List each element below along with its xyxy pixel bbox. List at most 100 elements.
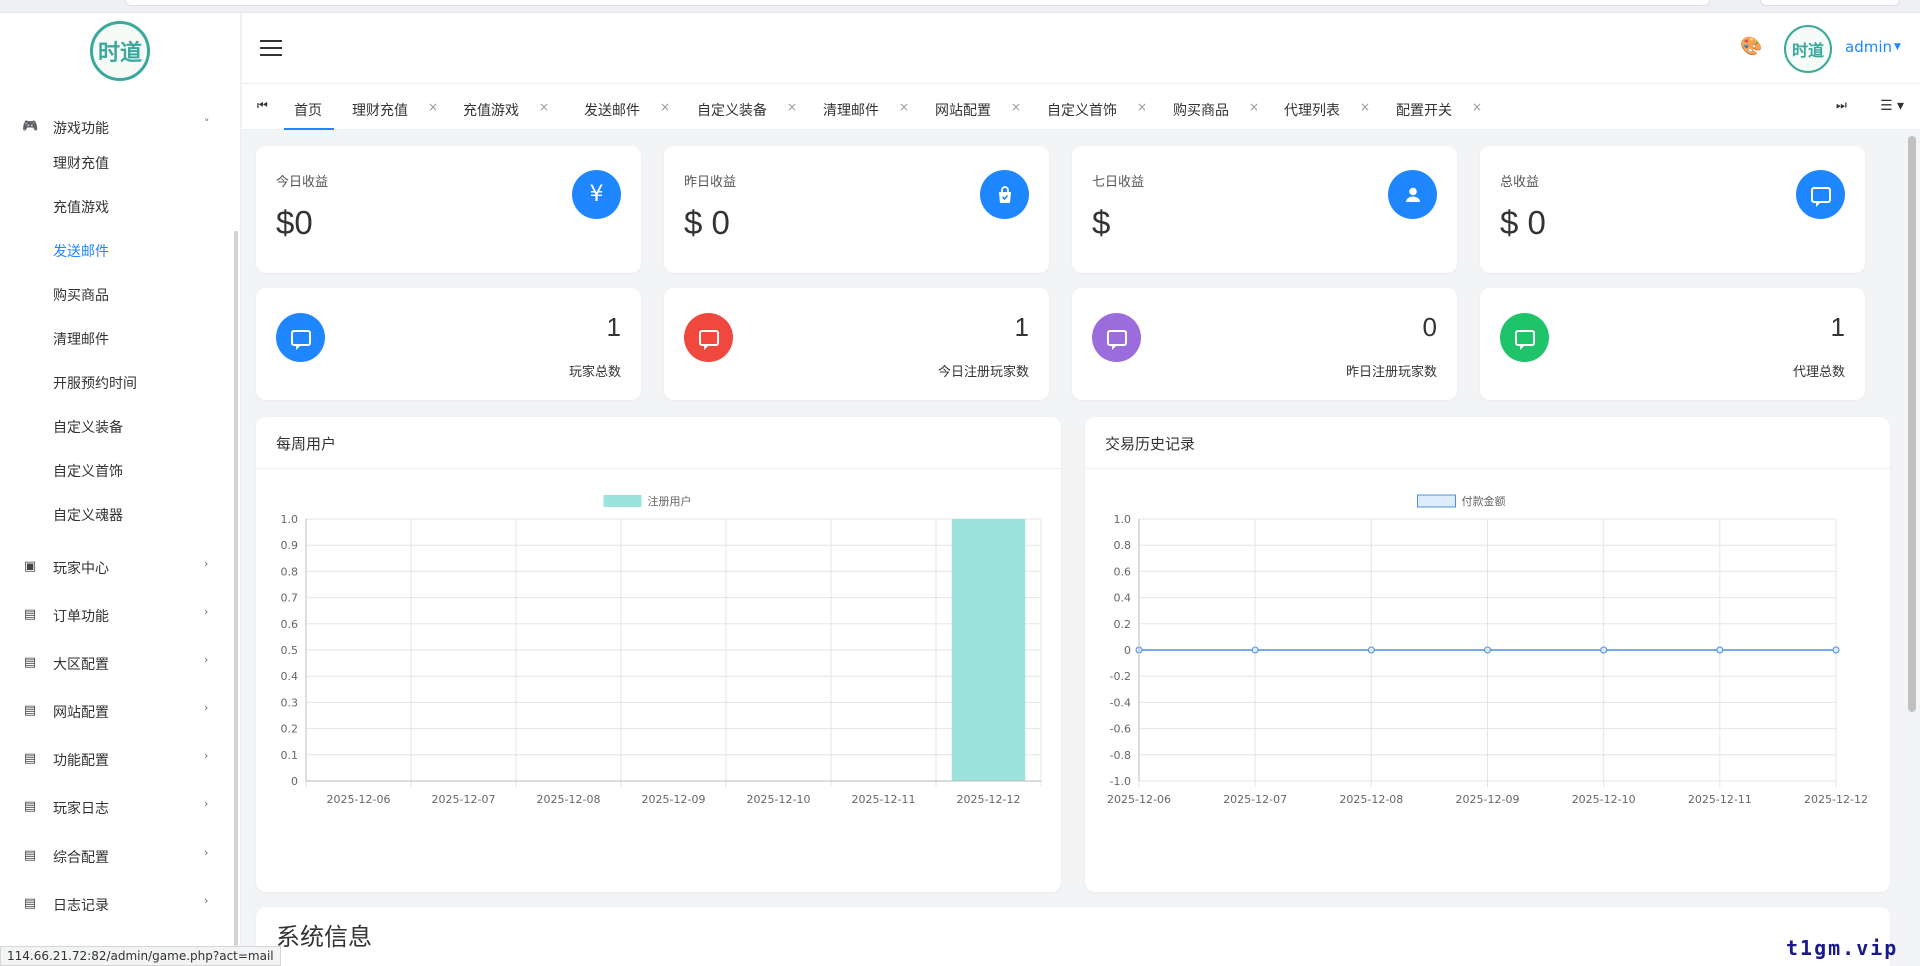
y-tick-label: 0.6 xyxy=(281,618,299,631)
sidebar-group-feature-config[interactable]: ▤ 功能配置 › xyxy=(0,739,230,779)
tab-finance-recharge[interactable]: 理财充值 × xyxy=(352,84,452,130)
y-tick-label: -0.8 xyxy=(1110,749,1131,762)
x-tick-label: 2025-12-07 xyxy=(1223,793,1287,806)
legend-label: 付款金额 xyxy=(1462,494,1506,508)
y-tick-label: 0.4 xyxy=(1114,592,1132,605)
close-icon[interactable]: × xyxy=(660,100,670,114)
tab-label: 代理列表 xyxy=(1284,103,1340,119)
sidebar-item-server-schedule[interactable]: 开服预约时间 xyxy=(53,373,137,395)
close-icon[interactable]: × xyxy=(1360,100,1370,114)
tab-options-icon[interactable]: ☰ ▾ xyxy=(1880,98,1904,114)
tab-label: 配置开关 xyxy=(1396,103,1452,119)
sidebar-group-site-config[interactable]: ▤ 网站配置 › xyxy=(0,691,230,731)
sidebar-item-custom-jewelry[interactable]: 自定义首饰 xyxy=(53,461,123,483)
tab-home[interactable]: 首页 xyxy=(284,84,334,130)
sidebar-group-general-config[interactable]: ▤ 综合配置 › xyxy=(0,836,230,876)
list-card-icon: ▤ xyxy=(23,655,37,670)
x-tick-label: 2025-12-06 xyxy=(327,793,391,806)
chat-icon xyxy=(1092,313,1141,362)
sidebar-item-clean-mail[interactable]: 清理邮件 xyxy=(53,329,109,351)
count-value: 1 xyxy=(1014,312,1029,342)
status-url: 114.66.21.72:82/admin/game.php?act=mail xyxy=(0,946,281,966)
count-label: 代理总数 xyxy=(1792,365,1845,380)
tab-recharge-game[interactable]: 充值游戏 × xyxy=(463,84,563,130)
sidebar-group-label: 网站配置 xyxy=(53,705,109,721)
tab-label: 发送邮件 xyxy=(584,103,640,119)
yen-icon: ¥ xyxy=(572,170,621,219)
tab-send-mail[interactable]: 发送邮件 × xyxy=(584,84,684,130)
browser-top-strip xyxy=(0,0,1920,13)
sidebar-item-finance-recharge[interactable]: 理财充值 xyxy=(53,153,109,175)
legend-label: 注册用户 xyxy=(648,494,692,508)
close-icon[interactable]: × xyxy=(428,100,438,114)
caret-down-icon[interactable]: ▼ xyxy=(1894,42,1901,52)
sidebar-item-recharge-game[interactable]: 充值游戏 xyxy=(53,197,109,219)
x-tick-label: 2025-12-06 xyxy=(1107,793,1171,806)
sidebar-group-game-functions[interactable]: 🎮 游戏功能 ˅ xyxy=(0,107,230,147)
tab-bar: ⏮ 首页 理财充值 × 充值游戏 × 发送邮件 × 自定义装备 × 清理邮件 ×… xyxy=(242,84,1920,130)
close-icon[interactable]: × xyxy=(1011,100,1021,114)
sidebar-group-player-center[interactable]: ▣ 玩家中心 › xyxy=(0,547,230,587)
tab-label: 理财充值 xyxy=(352,103,408,119)
tab-clean-mail[interactable]: 清理邮件 × xyxy=(823,84,923,130)
stat-card-seven-day-revenue: 七日收益 $ xyxy=(1072,146,1457,273)
browser-button-edge xyxy=(1760,0,1900,6)
tab-site-config[interactable]: 网站配置 × xyxy=(935,84,1035,130)
sidebar-group-log-records[interactable]: ▤ 日志记录 › xyxy=(0,884,230,924)
panel-weekly-users: 每周用户 注册用户 1.0 0.9 0.8 0.7 0.6 0.5 0.4 0.3 0.2 0.1 0… xyxy=(256,417,1061,892)
list-card-icon: ▤ xyxy=(23,703,37,718)
sidebar-item-custom-soul[interactable]: 自定义魂器 xyxy=(53,505,123,527)
y-tick-label: 0.8 xyxy=(281,565,299,578)
sidebar-group-label: 日志记录 xyxy=(53,898,109,914)
list-card-icon: ▤ xyxy=(23,607,37,622)
sidebar-item-custom-equipment[interactable]: 自定义装备 xyxy=(53,417,123,439)
sidebar-group-orders[interactable]: ▤ 订单功能 › xyxy=(0,595,230,635)
tab-config-switch[interactable]: 配置开关 × xyxy=(1396,84,1496,130)
chevron-right-icon: › xyxy=(204,894,209,907)
close-icon[interactable]: × xyxy=(1249,100,1259,114)
y-tick-label: 0.1 xyxy=(281,749,299,762)
close-icon[interactable]: × xyxy=(787,100,797,114)
y-tick-label: -0.4 xyxy=(1110,696,1131,709)
tab-scroll-left-icon[interactable]: ⏮ xyxy=(257,98,268,113)
close-icon[interactable]: × xyxy=(1472,100,1482,114)
tab-agent-list[interactable]: 代理列表 × xyxy=(1284,84,1384,130)
list-card-icon: ▤ xyxy=(23,896,37,911)
tab-label: 首页 xyxy=(294,103,322,119)
chevron-right-icon: › xyxy=(204,701,209,714)
user-menu[interactable]: admin xyxy=(1845,38,1892,56)
y-tick-label: 0.5 xyxy=(281,644,299,657)
y-tick-label: -0.2 xyxy=(1110,670,1131,683)
tab-label: 自定义首饰 xyxy=(1047,103,1117,119)
x-tick-label: 2025-12-08 xyxy=(1339,793,1403,806)
close-icon[interactable]: × xyxy=(1137,100,1147,114)
close-icon[interactable]: × xyxy=(899,100,909,114)
page-scrollbar[interactable] xyxy=(1908,136,1916,712)
sidebar-group-region-config[interactable]: ▤ 大区配置 › xyxy=(0,643,230,683)
legend-swatch xyxy=(1417,494,1456,508)
y-tick-label: -0.6 xyxy=(1110,723,1131,736)
logo[interactable]: 时道 xyxy=(90,21,150,81)
chevron-right-icon: › xyxy=(204,557,209,570)
palette-icon[interactable]: 🎨 xyxy=(1740,36,1762,57)
sidebar-scrollbar[interactable] xyxy=(234,231,238,946)
close-icon[interactable]: × xyxy=(539,100,549,114)
avatar[interactable]: 时道 xyxy=(1784,25,1832,73)
sidebar-group-label: 游戏功能 xyxy=(53,121,109,137)
tab-scroll-right-icon[interactable]: ⏭ xyxy=(1836,98,1847,113)
shopping-bag-icon xyxy=(980,170,1029,219)
sidebar-item-send-mail[interactable]: 发送邮件 xyxy=(53,241,109,263)
panel-title: 每周用户 xyxy=(276,435,337,453)
tab-custom-equipment[interactable]: 自定义装备 × xyxy=(697,84,797,130)
sidebar-group-player-logs[interactable]: ▤ 玩家日志 › xyxy=(0,787,230,827)
menu-toggle-icon[interactable] xyxy=(260,40,282,58)
x-tick-label: 2025-12-10 xyxy=(747,793,811,806)
sidebar-item-buy-goods[interactable]: 购买商品 xyxy=(53,285,109,307)
stat-value: $ xyxy=(1092,204,1111,241)
chevron-right-icon: › xyxy=(204,653,209,666)
tab-custom-jewelry[interactable]: 自定义首饰 × xyxy=(1047,84,1147,130)
tab-buy-goods[interactable]: 购买商品 × xyxy=(1173,84,1273,130)
stat-label: 总收益 xyxy=(1500,175,1540,190)
stat-value: $ 0 xyxy=(684,204,730,241)
count-label: 玩家总数 xyxy=(568,365,621,380)
